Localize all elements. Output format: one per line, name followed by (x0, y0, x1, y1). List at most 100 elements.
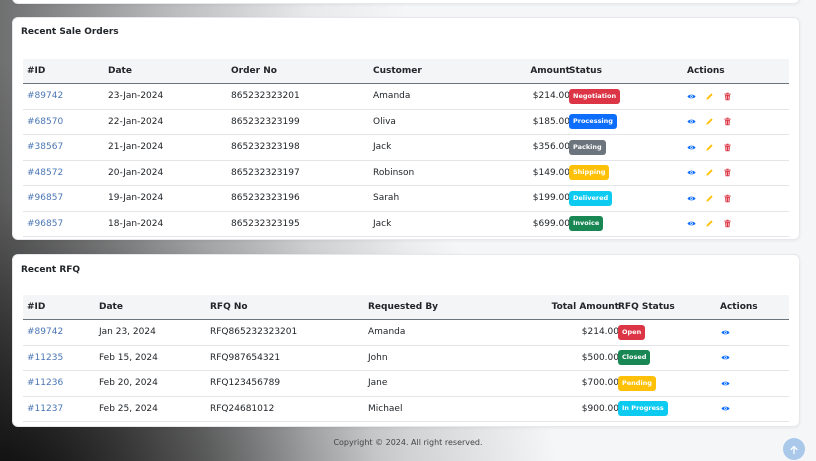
pencil-icon[interactable] (705, 194, 714, 203)
eye-icon[interactable] (687, 219, 696, 228)
order-id-link[interactable]: #68570 (27, 110, 63, 135)
rfq-number: RFQ24681012 (210, 397, 274, 422)
order-number: 865232323197 (231, 161, 300, 186)
eye-icon[interactable] (687, 143, 696, 152)
rfq-id-link[interactable]: #11235 (27, 346, 63, 371)
order-id-link-text[interactable]: #38567 (27, 142, 63, 152)
rfq-date-text: Jan 23, 2024 (99, 327, 156, 338)
actions-cell (687, 186, 732, 211)
order-id-link-text[interactable]: #96857 (27, 219, 63, 229)
rfq-id-link[interactable]: #89742 (27, 320, 63, 345)
pencil-icon[interactable] (705, 219, 714, 228)
eye-icon[interactable] (721, 379, 730, 388)
requested-by: John (368, 346, 388, 371)
order-id-link-text[interactable]: #48572 (27, 168, 63, 178)
order-id-link-text[interactable]: #68570 (27, 117, 63, 127)
scroll-to-top-button[interactable] (783, 438, 805, 460)
column-header-requested-by[interactable]: Requested By (368, 295, 438, 319)
order-id-link[interactable]: #89742 (27, 84, 63, 109)
trash-icon[interactable] (723, 92, 732, 101)
rfq-number-text: RFQ123456789 (210, 378, 281, 389)
rfq-id-link[interactable]: #11236 (27, 371, 63, 396)
status-badge: Delivered (569, 190, 613, 206)
order-amount: $699.00 (473, 212, 570, 237)
order-id-link-text[interactable]: #96857 (27, 193, 63, 203)
order-id-link[interactable]: #38567 (27, 135, 63, 160)
column-header-id[interactable]: #ID (27, 59, 45, 83)
eye-icon[interactable] (687, 168, 696, 177)
recent-sale-orders-card: Recent Sale Orders #ID Date Order No Cus… (12, 17, 800, 240)
column-header-status[interactable]: Status (569, 59, 602, 83)
actions-cell (721, 320, 730, 345)
order-amount-text: $149.00 (532, 167, 570, 178)
table-row: #96857 19-Jan-2024 865232323196 Sarah $199.0… (23, 186, 789, 212)
order-amount-text: $214.00 (532, 91, 570, 102)
order-number-text: 865232323201 (231, 91, 300, 102)
eye-icon[interactable] (721, 328, 730, 337)
table-row: #11237 Feb 25, 2024 RFQ24681012 Michael $900… (23, 397, 789, 422)
pencil-icon[interactable] (705, 92, 714, 101)
previous-card-edge (12, 0, 800, 4)
rfq-id-link[interactable]: #11237 (27, 397, 63, 422)
pencil-icon[interactable] (705, 117, 714, 126)
trash-icon[interactable] (723, 168, 732, 177)
rfq-date: Feb 20, 2024 (99, 371, 158, 396)
customer-name: Jack (373, 135, 391, 160)
trash-icon[interactable] (723, 143, 732, 152)
column-header-date[interactable]: Date (99, 295, 123, 319)
total-amount: $214.00 (503, 320, 619, 345)
card-title: Recent Sale Orders (21, 27, 119, 37)
order-number-text: 865232323195 (231, 218, 300, 229)
column-header-amount[interactable]: Amount (473, 59, 570, 83)
total-amount-text: $500.00 (581, 352, 619, 363)
customer-name: Sarah (373, 186, 399, 211)
rfq-id-link-text[interactable]: #89742 (27, 327, 63, 337)
order-date-text: 21-Jan-2024 (108, 142, 164, 153)
eye-icon[interactable] (687, 194, 696, 203)
rfq-id-link-text[interactable]: #11237 (27, 404, 63, 414)
trash-icon[interactable] (723, 117, 732, 126)
actions-cell (721, 346, 730, 371)
eye-icon[interactable] (687, 117, 696, 126)
status-badge: Invoice (569, 216, 604, 232)
requested-by-text: Michael (368, 403, 403, 414)
order-amount-text: $185.00 (532, 116, 570, 127)
column-header-order-no[interactable]: Order No (231, 59, 277, 83)
table-header-row: #ID Date Order No Customer Amount Status… (23, 59, 789, 84)
order-id-link[interactable]: #96857 (27, 186, 63, 211)
trash-icon[interactable] (723, 194, 732, 203)
column-header-rfq-status[interactable]: RFQ Status (618, 295, 675, 319)
order-amount: $149.00 (473, 161, 570, 186)
eye-icon[interactable] (721, 353, 730, 362)
order-date: 18-Jan-2024 (108, 212, 163, 237)
rfq-table: #ID Date RFQ No Requested By Total Amoun… (23, 295, 789, 422)
column-header-date[interactable]: Date (108, 59, 132, 83)
rfq-date-text: Feb 20, 2024 (99, 378, 158, 389)
trash-icon[interactable] (723, 219, 732, 228)
column-header-id[interactable]: #ID (27, 295, 45, 319)
column-header-customer[interactable]: Customer (373, 59, 422, 83)
status-badge: Pending (618, 375, 656, 391)
order-id-link[interactable]: #96857 (27, 212, 63, 237)
column-header-total-amount[interactable]: Total Amount (503, 295, 619, 319)
rfq-id-link-text[interactable]: #11236 (27, 378, 63, 388)
pencil-icon[interactable] (705, 168, 714, 177)
eye-icon[interactable] (687, 92, 696, 101)
status-cell: In Progress (618, 397, 668, 422)
status-badge: In Progress (618, 401, 668, 417)
column-header-actions: Actions (687, 66, 725, 76)
order-number-text: 865232323197 (231, 167, 300, 178)
status-badge: Closed (618, 350, 651, 366)
customer-name: Jack (373, 212, 391, 237)
actions-cell (687, 212, 732, 237)
rfq-id-link-text[interactable]: #11235 (27, 353, 63, 363)
order-date-text: 22-Jan-2024 (108, 116, 164, 127)
order-id-link[interactable]: #48572 (27, 161, 63, 186)
column-header-rfq-no[interactable]: RFQ No (210, 295, 248, 319)
arrow-up-icon (789, 440, 799, 459)
pencil-icon[interactable] (705, 143, 714, 152)
order-id-link-text[interactable]: #89742 (27, 91, 63, 101)
eye-icon[interactable] (721, 404, 730, 413)
requested-by-text: Jane (368, 378, 388, 389)
requested-by: Amanda (368, 320, 405, 345)
